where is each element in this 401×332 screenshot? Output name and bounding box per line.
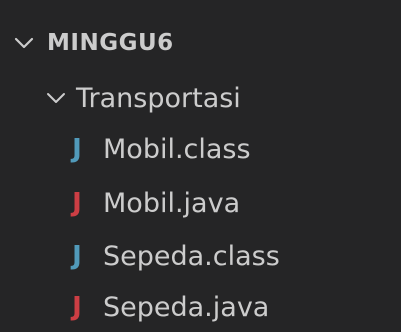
file-label: Sepeda.java — [103, 291, 270, 323]
file-label: Mobil.java — [103, 187, 241, 219]
file-item-mobil-java[interactable]: J Mobil.java — [0, 177, 401, 229]
java-class-icon: J — [72, 134, 82, 164]
file-label: Mobil.class — [103, 133, 251, 165]
file-explorer: MINGGU6 Transportasi J Mobil.class J Mob… — [0, 0, 401, 332]
file-item-sepeda-java[interactable]: J Sepeda.java — [0, 281, 401, 332]
explorer-root-folder[interactable]: MINGGU6 — [0, 16, 401, 70]
folder-transportasi[interactable]: Transportasi — [0, 72, 401, 124]
root-folder-label: MINGGU6 — [47, 30, 174, 56]
file-item-mobil-class[interactable]: J Mobil.class — [0, 123, 401, 175]
java-file-icon: J — [72, 292, 82, 322]
file-item-sepeda-class[interactable]: J Sepeda.class — [0, 230, 401, 282]
java-file-icon: J — [72, 188, 82, 218]
chevron-down-icon[interactable] — [13, 32, 35, 54]
folder-label: Transportasi — [76, 82, 241, 114]
file-label: Sepeda.class — [103, 240, 280, 272]
chevron-down-icon[interactable] — [45, 87, 67, 109]
java-class-icon: J — [72, 241, 82, 271]
